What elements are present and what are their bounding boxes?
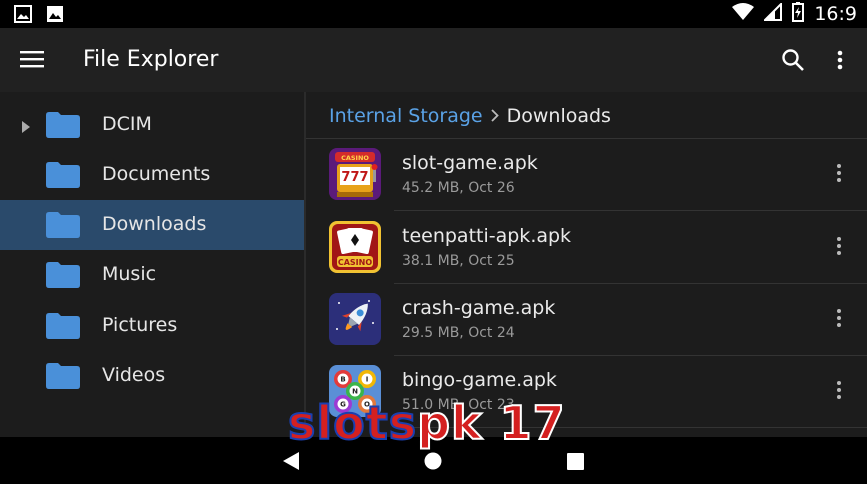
breadcrumb-separator-icon — [490, 106, 499, 127]
sidebar-item-label: Music — [102, 263, 157, 285]
file-row[interactable]: crash-game.apk 29.5 MB, Oct 24 — [306, 284, 867, 356]
more-vert-icon[interactable] — [836, 163, 842, 187]
thumb-letter: I — [366, 376, 369, 384]
file-name: crash-game.apk — [402, 297, 556, 319]
sidebar-item-downloads[interactable]: Downloads — [0, 200, 304, 250]
casino-cards-icon: CASINO — [329, 221, 381, 273]
thumb-letter: N — [352, 388, 358, 396]
breadcrumb: Internal Storage Downloads — [329, 105, 611, 127]
file-meta: 38.1 MB, Oct 25 — [402, 253, 515, 269]
recent-apps-icon[interactable] — [567, 453, 584, 474]
watermark-logo: slotspk 17 — [287, 399, 566, 447]
sidebar-item-label: Documents — [102, 163, 211, 185]
sidebar-item-documents[interactable]: Documents — [0, 150, 304, 200]
sidebar-item-music[interactable]: Music — [0, 250, 304, 300]
status-bar: 16:9 — [0, 0, 867, 28]
file-meta: 45.2 MB, Oct 26 — [402, 180, 515, 196]
sidebar-item-label: Downloads — [102, 213, 207, 235]
image-icon — [14, 5, 32, 27]
rocket-icon — [329, 293, 381, 345]
thumb-label: CASINO — [341, 154, 369, 162]
slot-machine-icon: CASINO 777 — [329, 148, 381, 200]
expand-arrow-icon[interactable] — [22, 118, 30, 137]
wifi-icon — [732, 3, 755, 25]
folder-icon — [46, 262, 80, 292]
sidebar-item-label: Videos — [102, 364, 166, 386]
file-list-pane: Internal Storage Downloads CASINO 777 sl… — [306, 92, 867, 437]
file-row[interactable]: CASINO 777 slot-game.apk 45.2 MB, Oct 26 — [306, 139, 867, 211]
back-icon[interactable] — [282, 451, 300, 475]
search-icon[interactable] — [781, 48, 805, 76]
menu-icon[interactable] — [20, 50, 44, 72]
watermark-part-a: slots — [287, 396, 418, 450]
breadcrumb-root[interactable]: Internal Storage — [329, 105, 483, 127]
breadcrumb-current: Downloads — [506, 105, 611, 127]
more-vert-icon[interactable] — [836, 236, 842, 260]
file-name: slot-game.apk — [402, 152, 538, 174]
folder-sidebar: DCIM Documents Downloads Music Pictures … — [0, 92, 304, 437]
app-bar: File Explorer — [0, 28, 867, 92]
sidebar-item-videos[interactable]: Videos — [0, 351, 304, 401]
sidebar-item-dcim[interactable]: DCIM — [0, 100, 304, 150]
folder-icon — [46, 212, 80, 242]
file-row[interactable]: CASINO teenpatti-apk.apk 38.1 MB, Oct 25 — [306, 212, 867, 284]
photo-icon — [46, 5, 64, 27]
home-icon[interactable] — [424, 452, 442, 474]
folder-icon — [46, 363, 80, 393]
thumb-label: CASINO — [338, 258, 372, 267]
folder-icon — [46, 313, 80, 343]
sidebar-item-pictures[interactable]: Pictures — [0, 301, 304, 351]
signal-icon — [762, 1, 783, 25]
folder-icon — [46, 162, 80, 192]
watermark-part-b: pk 17 — [416, 396, 566, 450]
thumb-letter: B — [340, 376, 345, 384]
more-vert-icon[interactable] — [836, 308, 842, 332]
more-vert-icon[interactable] — [837, 50, 843, 74]
folder-icon — [46, 112, 80, 142]
file-name: bingo-game.apk — [402, 369, 557, 391]
divider — [394, 210, 867, 211]
battery-icon — [792, 2, 805, 26]
sidebar-item-label: DCIM — [102, 113, 152, 135]
sidebar-item-label: Pictures — [102, 314, 178, 336]
more-vert-icon[interactable] — [836, 380, 842, 404]
clock: 16:9 — [814, 3, 857, 25]
thumb-reels: 777 — [341, 170, 368, 185]
file-meta: 29.5 MB, Oct 24 — [402, 325, 515, 341]
file-name: teenpatti-apk.apk — [402, 225, 572, 247]
app-title: File Explorer — [83, 47, 219, 72]
